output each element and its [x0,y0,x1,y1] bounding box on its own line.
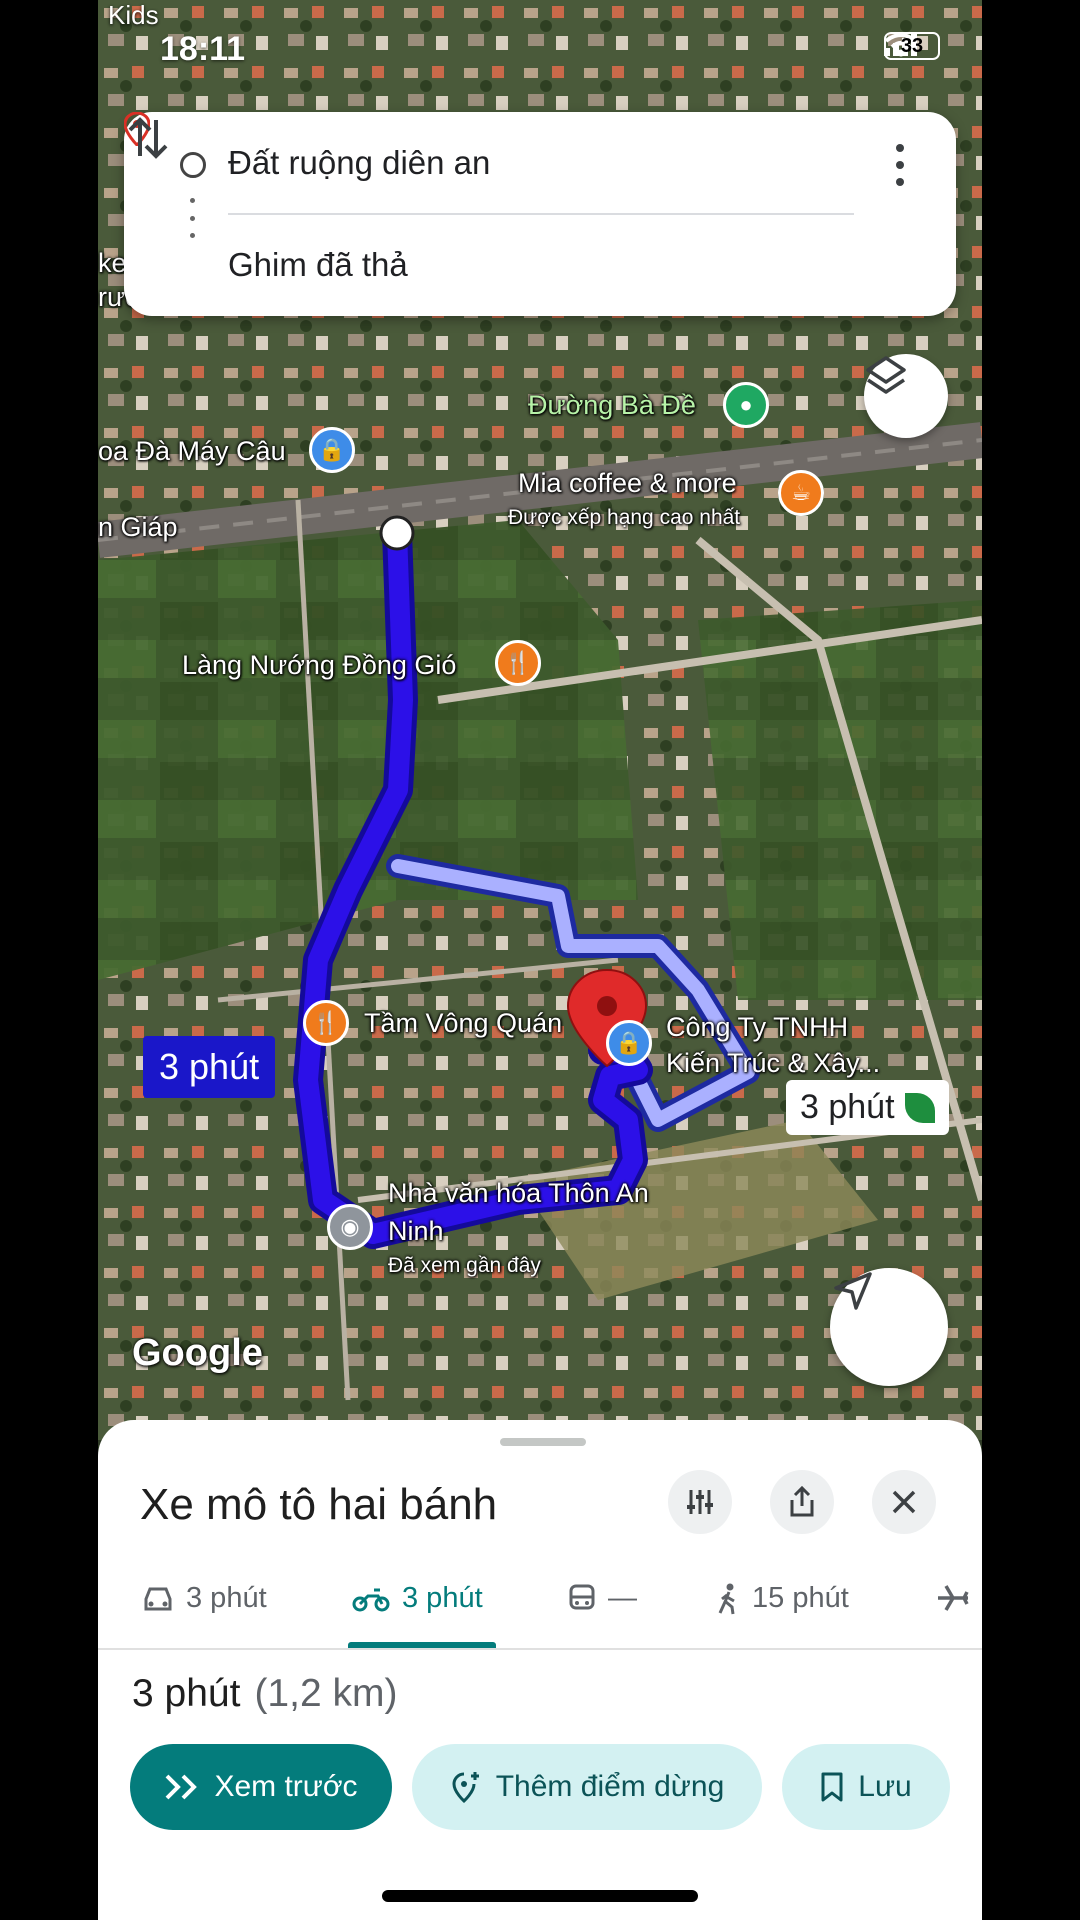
recent-place-icon[interactable]: ◉ [327,1204,373,1250]
eco-leaf-icon [904,1092,935,1123]
map-view[interactable]: Kids 18:11 33 ke rườ Đường Bà Đề ● oa Đà… [98,0,982,1440]
label-cong-ty-1[interactable]: Công Ty TNHH [666,1012,848,1043]
coffee-icon[interactable]: ☕ [778,470,824,516]
preview-button[interactable]: Xem trước [130,1744,392,1830]
tab-walk-label: 15 phút [752,1582,849,1614]
sliders-icon [687,1490,713,1514]
battery-icon: 33 [884,32,940,60]
save-button[interactable]: Lưu [782,1744,950,1830]
bookmark-icon [821,1772,843,1802]
tab-transit-label: — [608,1582,637,1614]
map-edge-label: ke [98,248,127,278]
phone-screen: Kids 18:11 33 ke rườ Đường Bà Đề ● oa Đà… [98,0,982,1920]
route-duration: 3 phút [132,1672,241,1715]
status-bar: 18:11 33 [98,20,982,76]
status-time: 18:11 [160,30,246,68]
shopping-bag-icon[interactable]: 🔒 [309,427,355,473]
home-indicator[interactable] [382,1890,698,1902]
route-time-chip-primary[interactable]: 3 phút [143,1036,276,1098]
label-tam-vong[interactable]: Tầm Vông Quán [364,1008,562,1039]
destination-field[interactable]: Ghim đã thả [228,246,408,284]
directions-card: Đất ruộng diên an Ghim đã thả [124,112,956,316]
origin-field[interactable]: Đất ruộng diên an [228,144,490,182]
label-mia-coffee[interactable]: Mia coffee & more [518,468,737,499]
tab-walk[interactable]: 15 phút [716,1582,849,1615]
navigate-button[interactable] [830,1268,948,1386]
more-options-icon[interactable] [880,140,920,190]
close-icon [892,1490,916,1514]
status-icons: 33 [884,32,940,60]
add-stop-button-label: Thêm điểm dừng [495,1770,725,1803]
google-logo: Google [132,1332,263,1374]
save-button-label: Lưu [858,1770,912,1803]
tab-transit[interactable]: — [568,1582,637,1615]
shopping-bag-icon[interactable]: 🔒 [606,1020,652,1066]
place-pin-icon[interactable]: ● [723,382,769,428]
layers-button[interactable] [864,354,948,438]
tab-motorbike[interactable]: 3 phút [352,1582,483,1615]
route-dots-icon [190,198,196,238]
label-nha-van-hoa-2[interactable]: Ninh [388,1216,444,1247]
tab-car[interactable]: 3 phút [142,1582,267,1615]
double-chevron-icon [166,1774,198,1800]
tab-car-label: 3 phút [186,1582,267,1614]
swap-icon[interactable] [124,112,172,164]
label-mia-rating: Được xếp hạng cao nhất [508,506,741,529]
travel-mode-title: Xe mô tô hai bánh [140,1480,498,1529]
label-recent: Đã xem gần đây [388,1254,541,1277]
share-icon [790,1486,814,1517]
add-stop-button[interactable]: Thêm điểm dừng [412,1744,762,1830]
tab-motorbike-label: 3 phút [402,1582,483,1614]
label-duong-ba-de[interactable]: Đường Bà Đề [528,390,696,421]
transit-icon [569,1584,595,1609]
share-button[interactable] [770,1470,834,1534]
travel-mode-tabs: 3 phút 3 phút — 15 phút [98,1570,982,1650]
label-giap: n Giáp [98,512,178,542]
route-time-alt-label: 3 phút [800,1088,895,1126]
route-time-chip-alternate[interactable]: 3 phút [786,1080,949,1135]
label-nha-van-hoa-1[interactable]: Nhà văn hóa Thôn An [388,1178,649,1209]
route-options-button[interactable] [668,1470,732,1534]
airplane-icon [938,1585,969,1611]
restaurant-icon[interactable]: 🍴 [303,1000,349,1046]
walk-icon [718,1583,735,1614]
label-cong-ty-2[interactable]: Kiến Trúc & Xây... [666,1048,880,1079]
active-tab-indicator [348,1642,496,1648]
route-distance: (1,2 km) [254,1672,398,1715]
bottom-sheet: Xe mô tô hai bánh 3 phút 3 phút — 15 phú… [98,1420,982,1920]
navigation-arrow-icon [834,1272,872,1310]
tab-flight[interactable] [936,1582,970,1614]
preview-button-label: Xem trước [214,1770,358,1803]
route-summary: 3 phút (1,2 km) [132,1672,397,1716]
add-location-icon [452,1772,479,1804]
motorbike-icon [352,1588,390,1611]
layers-icon [866,356,906,394]
label-lang-nuong[interactable]: Làng Nướng Đồng Gió [182,650,456,681]
divider [228,213,854,215]
restaurant-icon[interactable]: 🍴 [495,640,541,686]
car-icon [144,1587,172,1610]
label-may-cau[interactable]: oa Đà Máy Câu [98,436,286,467]
close-button[interactable] [872,1470,936,1534]
origin-circle-icon [180,152,206,178]
sheet-grabber[interactable] [500,1438,586,1446]
